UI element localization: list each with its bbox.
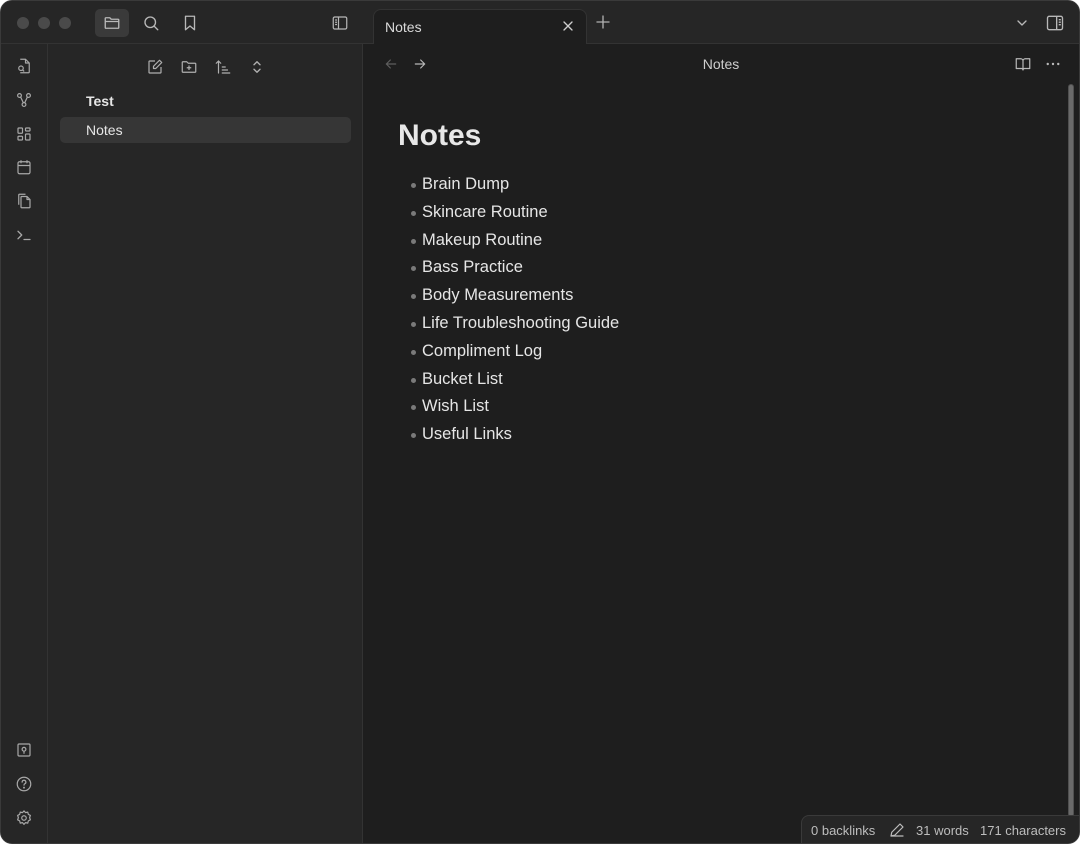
new-folder-icon [181,61,197,73]
new-tab-button[interactable] [593,12,613,32]
templates-icon [18,193,31,209]
list-item[interactable]: Skincare Routine [411,199,619,227]
graph-view-icon [17,93,31,107]
list-item[interactable]: Wish List [411,393,619,421]
new-note-button[interactable] [144,56,166,78]
sort-button[interactable] [212,56,234,78]
book-open-icon [1015,58,1031,71]
bookmark-icon [184,15,196,31]
folder-icon [104,17,120,29]
editor-pane: Notes Notes Brain Dump Skincare Routine … [363,44,1079,843]
close-tab-button[interactable] [558,16,578,36]
list-item[interactable]: Makeup Routine [411,227,619,255]
vault-switcher-button[interactable] [13,739,35,761]
list-item[interactable]: Bucket List [411,366,619,394]
note-list: Brain Dump Skincare Routine Makeup Routi… [411,171,619,449]
settings-icon [17,810,31,825]
app-window: Notes Test Notes Notes Notes Brain Dump … [0,0,1080,844]
vault-icon [17,743,31,757]
tab-list-button[interactable] [1012,13,1032,33]
minimize-window-button[interactable] [38,17,50,29]
templates-button[interactable] [13,190,35,212]
note-title[interactable]: Notes [398,119,481,153]
left-titlebar [1,1,363,44]
tab-label: Notes [385,19,422,35]
search-tab-button[interactable] [134,9,168,37]
scrollbar-thumb[interactable] [1068,84,1074,817]
arrow-right-icon [414,59,426,69]
daily-note-icon [17,160,31,175]
settings-button[interactable] [13,807,35,829]
status-bar: 0 backlinks 31 words 171 characters [801,815,1079,843]
tab-notes[interactable]: Notes [373,9,587,45]
list-item[interactable]: Useful Links [411,421,619,449]
sort-icon [215,60,231,74]
command-palette-button[interactable] [13,224,35,246]
file-explorer: Test Notes [48,44,363,843]
pencil-icon[interactable] [888,821,906,839]
chevron-down-icon [1017,20,1027,26]
list-item[interactable]: Bass Practice [411,254,619,282]
more-horizontal-icon [1046,62,1060,66]
canvas-icon [17,127,31,141]
view-header-title[interactable]: Notes [363,56,1079,72]
reading-view-button[interactable] [1013,54,1033,74]
forward-button[interactable] [410,54,430,74]
daily-note-button[interactable] [13,156,35,178]
zoom-window-button[interactable] [59,17,71,29]
search-icon [144,16,159,31]
canvas-button[interactable] [13,123,35,145]
toggle-left-sidebar-button[interactable] [323,9,357,37]
arrow-left-icon [385,59,397,69]
back-button[interactable] [381,54,401,74]
tree-file-label: Notes [86,122,123,138]
sidebar-right-icon [1046,15,1064,31]
command-palette-icon [17,230,31,241]
plus-icon [596,15,610,29]
character-count: 171 characters [980,823,1066,838]
list-item[interactable]: Brain Dump [411,171,619,199]
new-folder-button[interactable] [178,56,200,78]
tree-file-notes[interactable]: Notes [60,117,351,143]
list-item[interactable]: Body Measurements [411,282,619,310]
help-icon [16,776,32,792]
sidebar-left-icon [332,16,348,30]
list-item[interactable]: Life Troubleshooting Guide [411,310,619,338]
help-button[interactable] [13,773,35,795]
collapse-all-button[interactable] [246,56,268,78]
files-tab-button[interactable] [95,9,129,37]
backlinks-count[interactable]: 0 backlinks [811,823,875,838]
tree-folder-test[interactable]: Test [86,93,114,109]
tab-bar: Notes [363,1,1079,45]
close-icon [563,21,573,31]
graph-view-button[interactable] [13,89,35,111]
list-item[interactable]: Compliment Log [411,338,619,366]
word-count: 31 words [916,823,969,838]
collapse-icon [253,61,261,73]
quick-switcher-icon [18,58,30,74]
ribbon [1,44,48,843]
toggle-right-sidebar-button[interactable] [1045,13,1065,33]
more-options-button[interactable] [1043,54,1063,74]
quick-switcher-button[interactable] [13,55,35,77]
scrollbar[interactable] [1065,84,1077,817]
bookmarks-tab-button[interactable] [173,9,207,37]
close-window-button[interactable] [17,17,29,29]
new-note-icon [148,59,163,74]
